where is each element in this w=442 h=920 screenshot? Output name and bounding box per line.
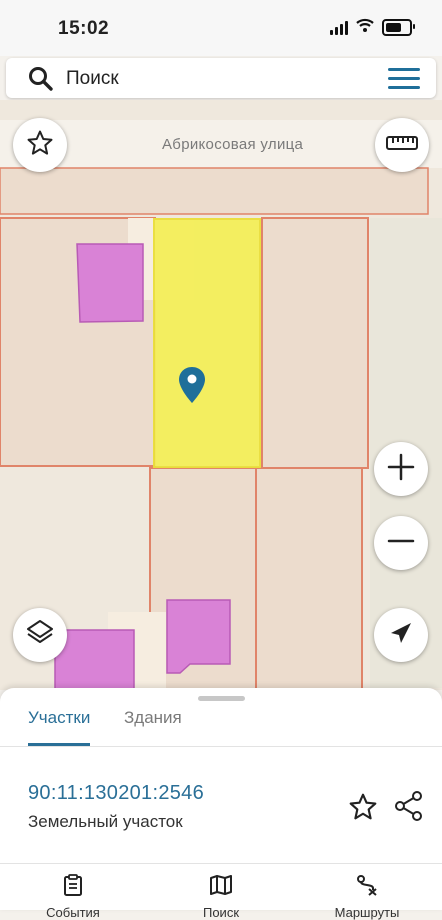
share-button[interactable] — [394, 790, 424, 827]
battery-icon — [382, 19, 415, 36]
nav-routes[interactable]: Маршруты — [327, 874, 407, 920]
bottom-sheet: Участки Здания 90:11:130201:2546 Земельн… — [0, 688, 442, 920]
layers-icon — [25, 618, 55, 653]
nav-divider — [0, 863, 442, 864]
measure-button[interactable] — [375, 118, 429, 172]
search-bar — [6, 58, 436, 98]
signal-icon — [330, 20, 348, 35]
zoom-out-button[interactable] — [374, 516, 428, 570]
menu-icon[interactable] — [388, 68, 420, 95]
zoom-out-icon — [386, 526, 416, 561]
route-icon — [327, 874, 407, 899]
nav-search-label: Поиск — [202, 905, 240, 920]
zoom-in-button[interactable] — [374, 442, 428, 496]
clipboard-icon — [33, 874, 113, 899]
locate-icon — [388, 620, 414, 651]
status-time: 15:02 — [58, 18, 110, 39]
share-icon — [394, 791, 424, 826]
status-icons — [330, 18, 415, 37]
tab-parcels[interactable]: Участки — [28, 708, 91, 746]
sheet-handle[interactable] — [198, 696, 245, 701]
layers-button[interactable] — [13, 608, 67, 662]
search-icon[interactable] — [28, 66, 54, 97]
cadastral-number[interactable]: 90:11:130201:2546 — [28, 782, 204, 805]
zoom-in-icon — [386, 452, 416, 487]
tabs-divider — [0, 746, 442, 747]
star-icon — [348, 793, 378, 826]
street-label: Абрикосовая улица — [162, 136, 304, 153]
location-pin-icon[interactable] — [178, 366, 206, 409]
ruler-icon — [386, 133, 418, 158]
status-bar: 15:02 — [0, 0, 442, 56]
selected-parcel[interactable] — [153, 218, 261, 468]
nav-routes-label: Маршруты — [334, 905, 400, 920]
favorite-button[interactable] — [13, 118, 67, 172]
map-icon — [181, 874, 261, 899]
star-icon — [26, 129, 54, 162]
tab-buildings[interactable]: Здания — [124, 708, 182, 746]
wifi-icon — [356, 18, 374, 37]
search-input[interactable] — [64, 64, 368, 94]
favorite-parcel-button[interactable] — [348, 792, 378, 827]
map-view[interactable]: Абрикосовая улица — [0, 100, 442, 690]
nav-events[interactable]: События — [33, 874, 113, 920]
parcel-type: Земельный участок — [28, 812, 183, 831]
nav-search[interactable]: Поиск — [181, 874, 261, 920]
nav-events-label: События — [46, 905, 100, 920]
my-location-button[interactable] — [374, 608, 428, 662]
